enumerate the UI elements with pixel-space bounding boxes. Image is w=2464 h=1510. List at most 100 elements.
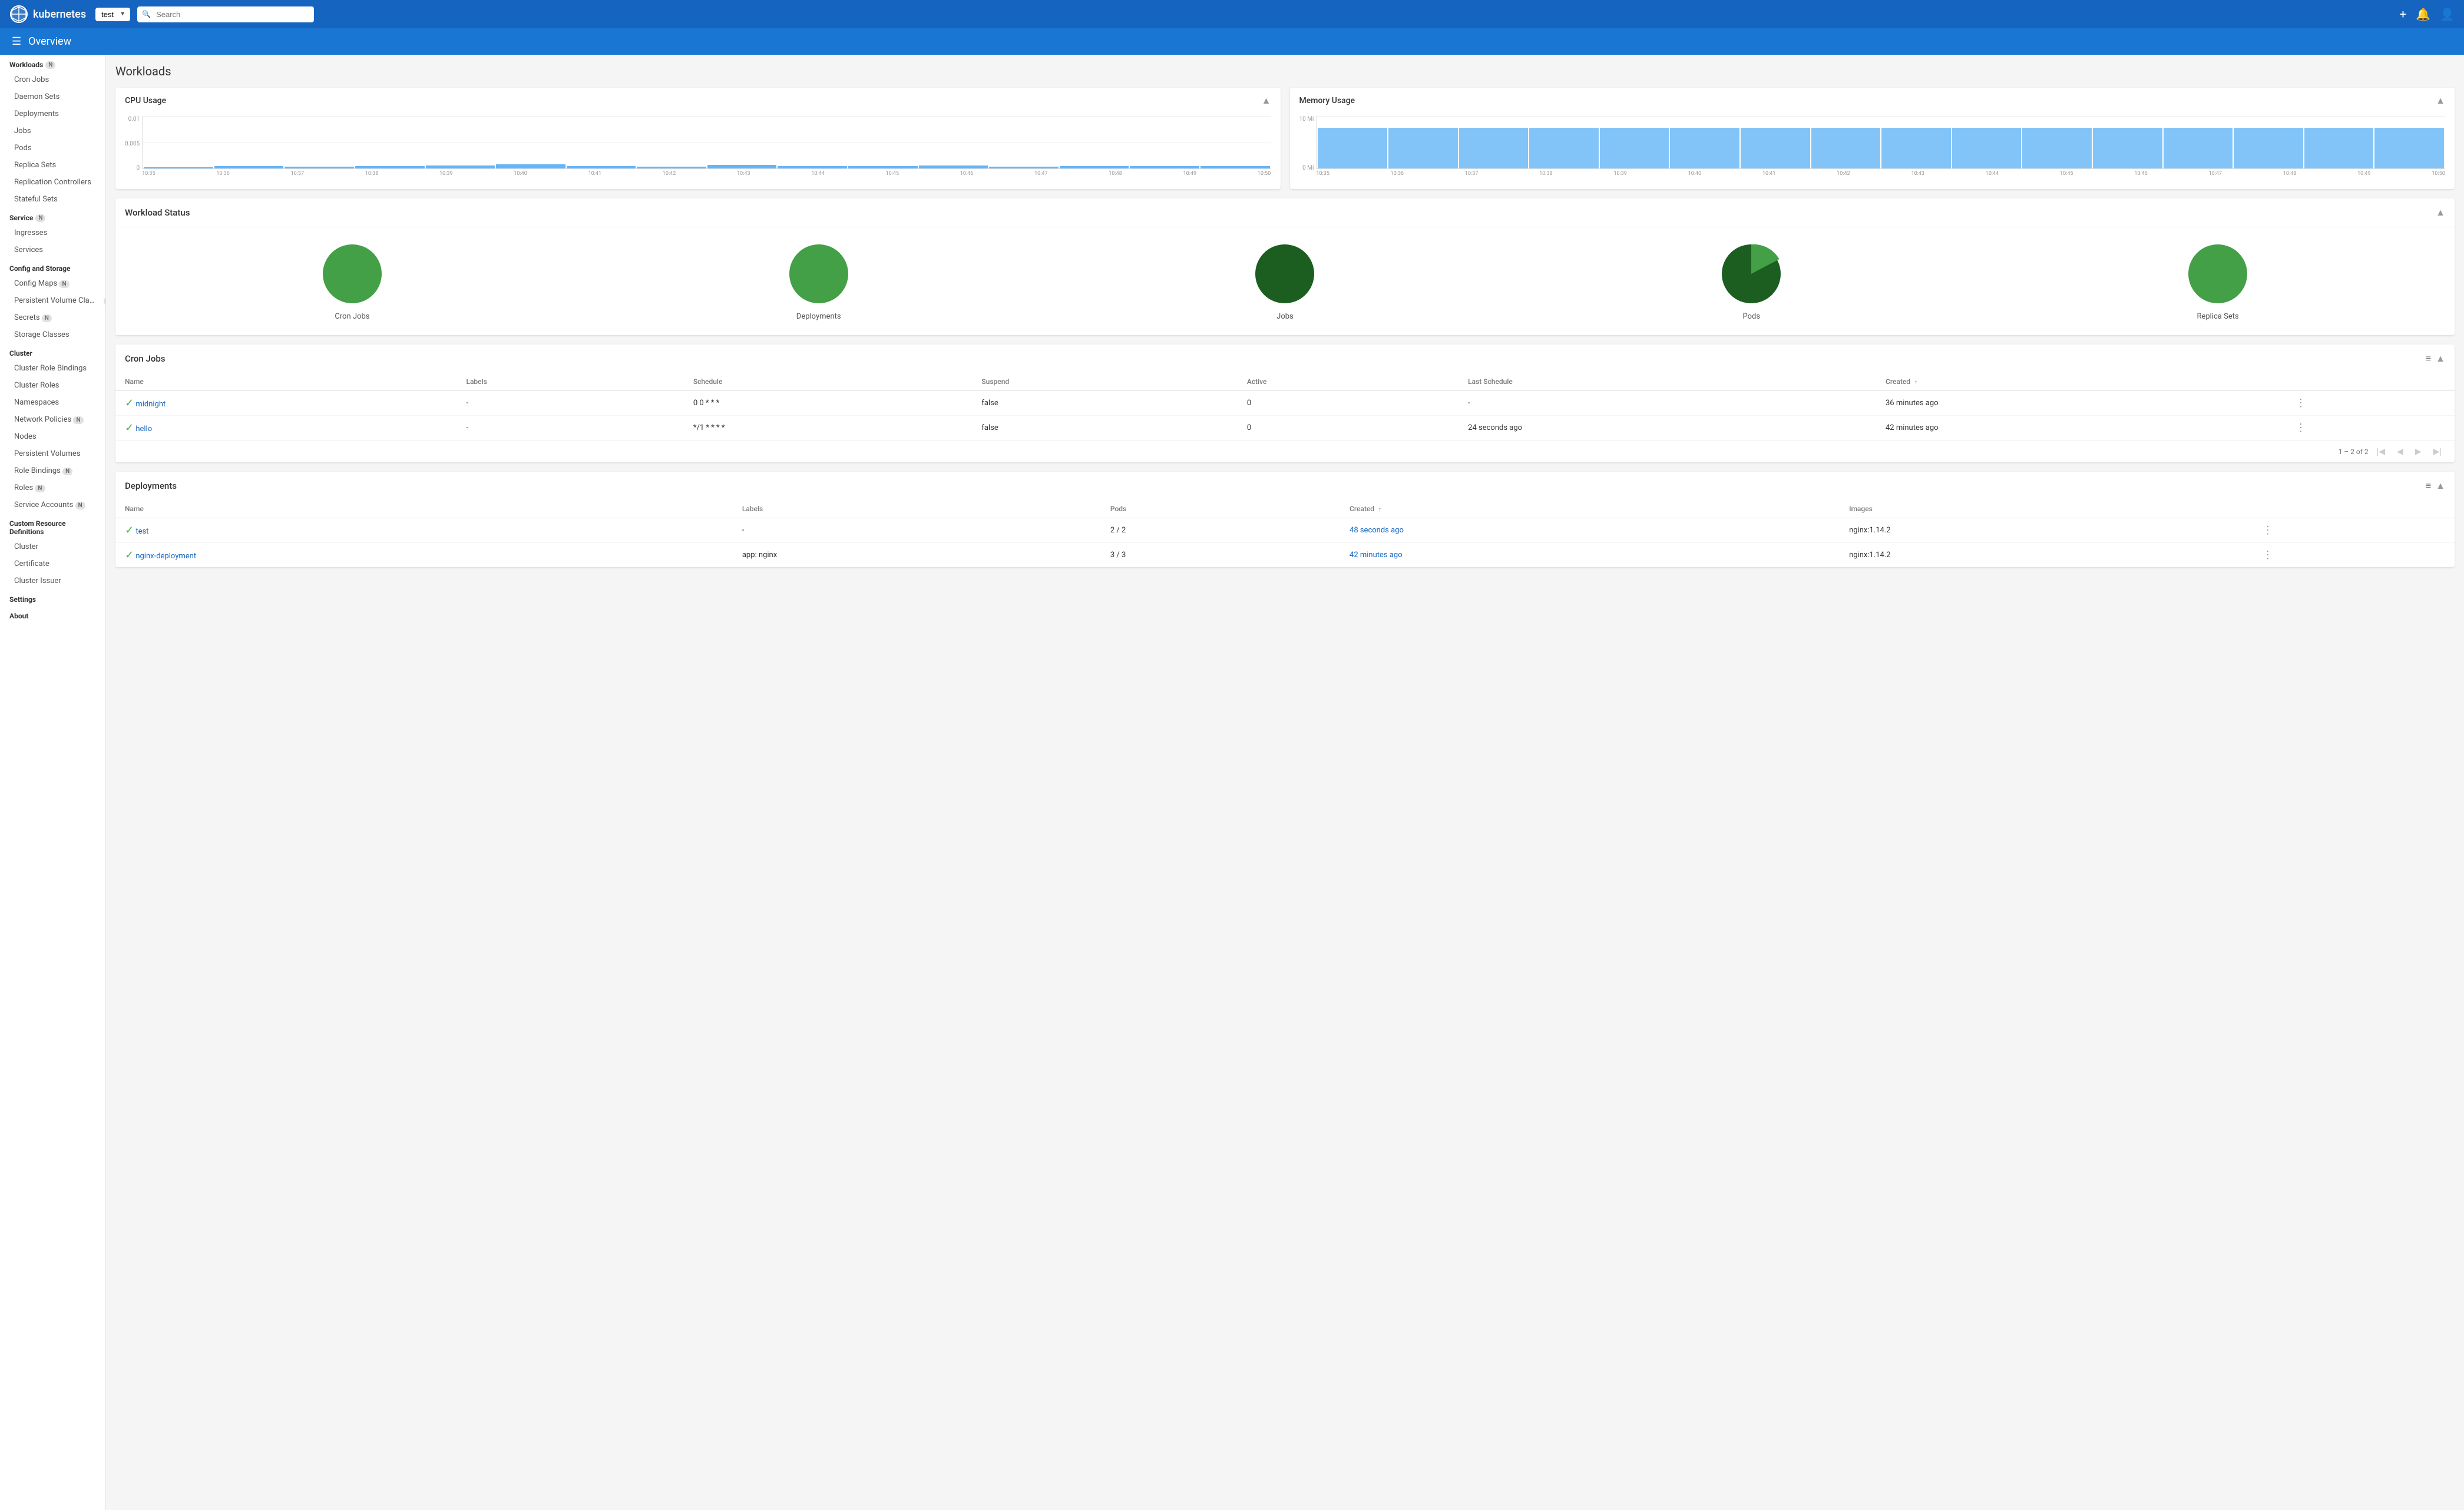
charts-row: CPU Usage ▲ 0.01 0.005 0 <box>115 88 2455 189</box>
sidebar-item-config-maps[interactable]: Config Maps N <box>0 275 105 292</box>
cell-last-schedule: 24 seconds ago <box>1458 416 1876 441</box>
row-menu-icon[interactable]: ⋮ <box>2296 422 2306 434</box>
row-name-link[interactable]: hello <box>135 425 152 433</box>
deployments-table: Name Labels Pods Created ↑ Images ✓ test… <box>115 500 2455 567</box>
notifications-button[interactable]: 🔔 <box>2416 7 2430 21</box>
search-input[interactable] <box>137 6 314 22</box>
cron-jobs-collapse[interactable]: ▲ <box>2436 353 2445 365</box>
cpu-bar <box>637 167 706 168</box>
row-menu-icon[interactable]: ⋮ <box>2263 524 2273 537</box>
cell-suspend: false <box>972 416 1237 441</box>
sidebar-item-pvc[interactable]: Persistent Volume Claims N <box>0 292 105 309</box>
sidebar-item-ingresses[interactable]: Ingresses <box>0 224 105 241</box>
pagination-last[interactable]: ▶| <box>2430 445 2445 458</box>
table-row: ✓ test - 2 / 2 48 seconds ago nginx:1.14… <box>115 518 2455 543</box>
sidebar-item-nodes[interactable]: Nodes <box>0 428 105 445</box>
sidebar-item-network-policies[interactable]: Network Policies N <box>0 411 105 428</box>
namespace-select[interactable]: test <box>95 8 130 21</box>
service-badge: N <box>35 214 45 222</box>
memory-y-axis: 10 Mi 0 Mi <box>1299 116 1317 181</box>
sidebar-item-daemon-sets[interactable]: Daemon Sets <box>0 88 105 105</box>
cell-row-menu[interactable]: ⋮ <box>2253 518 2455 543</box>
memory-chart-body: 10 Mi 0 Mi <box>1290 111 2455 188</box>
row-name-link[interactable]: nginx-deployment <box>135 552 196 561</box>
app-logo[interactable]: kubernetes <box>9 5 86 24</box>
memory-chart-collapse[interactable]: ▲ <box>2436 95 2445 107</box>
memory-x-labels: 10:3510:3610:3710:3810:3910:4010:4110:42… <box>1316 171 2445 177</box>
status-ok-icon: ✓ <box>125 397 134 409</box>
col-schedule: Schedule <box>684 373 973 391</box>
sidebar-item-secrets[interactable]: Secrets N <box>0 309 105 326</box>
row-menu-icon[interactable]: ⋮ <box>2263 549 2273 561</box>
sidebar-item-crd-certificate[interactable]: Certificate <box>0 555 105 572</box>
namespace-wrapper: test <box>95 8 130 21</box>
sidebar-item-replication-controllers[interactable]: Replication Controllers <box>0 174 105 191</box>
cell-row-menu[interactable]: ⋮ <box>2286 416 2455 441</box>
about-section-header[interactable]: About <box>0 606 105 622</box>
memory-chart-area: 10:3510:3610:3710:3810:3910:4010:4110:42… <box>1316 116 2445 177</box>
workload-item-cron-jobs: Cron Jobs <box>320 241 385 321</box>
sidebar-item-replica-sets[interactable]: Replica Sets <box>0 157 105 174</box>
deployments-collapse[interactable]: ▲ <box>2436 480 2445 492</box>
sidebar-item-deployments[interactable]: Deployments <box>0 105 105 122</box>
sidebar-item-persistent-volumes[interactable]: Persistent Volumes <box>0 445 105 462</box>
cell-row-menu[interactable]: ⋮ <box>2253 543 2455 568</box>
sidebar-item-cron-jobs[interactable]: Cron Jobs <box>0 71 105 88</box>
cpu-chart-collapse[interactable]: ▲ <box>1262 95 1271 107</box>
replica-sets-circle-label: Replica Sets <box>2197 312 2238 321</box>
sidebar-item-service-accounts[interactable]: Service Accounts N <box>0 496 105 514</box>
col-suspend: Suspend <box>972 373 1237 391</box>
col-name: Name <box>115 373 457 391</box>
deployments-header: Deployments ≡ ▲ <box>115 472 2455 500</box>
cpu-chart-card: CPU Usage ▲ 0.01 0.005 0 <box>115 88 1281 189</box>
sidebar-item-role-bindings[interactable]: Role Bindings N <box>0 462 105 479</box>
sidebar-item-jobs[interactable]: Jobs <box>0 122 105 140</box>
cron-jobs-actions: ≡ ▲ <box>2426 353 2445 365</box>
sidebar-item-namespaces[interactable]: Namespaces <box>0 394 105 411</box>
cpu-y-axis: 0.01 0.005 0 <box>125 116 142 181</box>
settings-section-header[interactable]: Settings <box>0 590 105 606</box>
sidebar-item-crd-cluster-issuer[interactable]: Cluster Issuer <box>0 572 105 590</box>
workload-status-collapse[interactable]: ▲ <box>2436 207 2445 218</box>
cell-active: 0 <box>1238 416 1458 441</box>
memory-bar <box>1459 128 1529 168</box>
cron-jobs-circle-label: Cron Jobs <box>335 312 369 321</box>
main-content: Workloads CPU Usage ▲ 0.01 0.005 0 <box>106 55 2464 1510</box>
cell-created: 42 minutes ago <box>1876 416 2286 441</box>
top-nav-right: + 🔔 👤 <box>2400 7 2455 21</box>
row-name-link[interactable]: midnight <box>135 400 166 409</box>
sidebar-item-storage-classes[interactable]: Storage Classes <box>0 326 105 343</box>
config-section-header: Config and Storage <box>0 259 105 275</box>
created-link[interactable]: 42 minutes ago <box>1350 551 1403 559</box>
cpu-bar <box>989 167 1059 168</box>
pagination-first[interactable]: |◀ <box>2373 445 2389 458</box>
user-menu-button[interactable]: 👤 <box>2440 7 2455 21</box>
cell-status: ✓ test <box>115 518 733 543</box>
sidebar-item-crd-cluster[interactable]: Cluster <box>0 538 105 555</box>
table-row: ✓ nginx-deployment app: nginx 3 / 3 42 m… <box>115 543 2455 568</box>
cell-status: ✓ midnight <box>115 391 457 416</box>
sidebar-item-cluster-roles[interactable]: Cluster Roles <box>0 377 105 394</box>
sidebar-item-pods[interactable]: Pods <box>0 140 105 157</box>
add-button[interactable]: + <box>2400 7 2406 21</box>
row-menu-icon[interactable]: ⋮ <box>2296 397 2306 409</box>
pagination-prev[interactable]: ◀ <box>2393 445 2407 458</box>
hamburger-icon[interactable]: ☰ <box>12 35 21 48</box>
row-name-link[interactable]: test <box>135 527 148 536</box>
pagination-next[interactable]: ▶ <box>2412 445 2425 458</box>
sidebar-item-roles[interactable]: Roles N <box>0 479 105 496</box>
sidebar-item-stateful-sets[interactable]: Stateful Sets <box>0 191 105 208</box>
sidebar-item-cluster-role-bindings[interactable]: Cluster Role Bindings <box>0 360 105 377</box>
col-pods: Pods <box>1101 500 1340 518</box>
sidebar: Workloads N Cron Jobs Daemon Sets Deploy… <box>0 55 106 1510</box>
sidebar-item-services[interactable]: Services <box>0 241 105 259</box>
cpu-bar <box>778 166 847 168</box>
deployments-filter-icon[interactable]: ≡ <box>2426 480 2431 492</box>
workloads-title: Workloads <box>115 64 2455 78</box>
col-active: Active <box>1238 373 1458 391</box>
cell-row-menu[interactable]: ⋮ <box>2286 391 2455 416</box>
cell-labels: - <box>733 518 1101 543</box>
table-row: ✓ midnight - 0 0 * * * false 0 - 36 minu… <box>115 391 2455 416</box>
created-link[interactable]: 48 seconds ago <box>1350 526 1404 535</box>
cron-jobs-filter-icon[interactable]: ≡ <box>2426 353 2431 365</box>
